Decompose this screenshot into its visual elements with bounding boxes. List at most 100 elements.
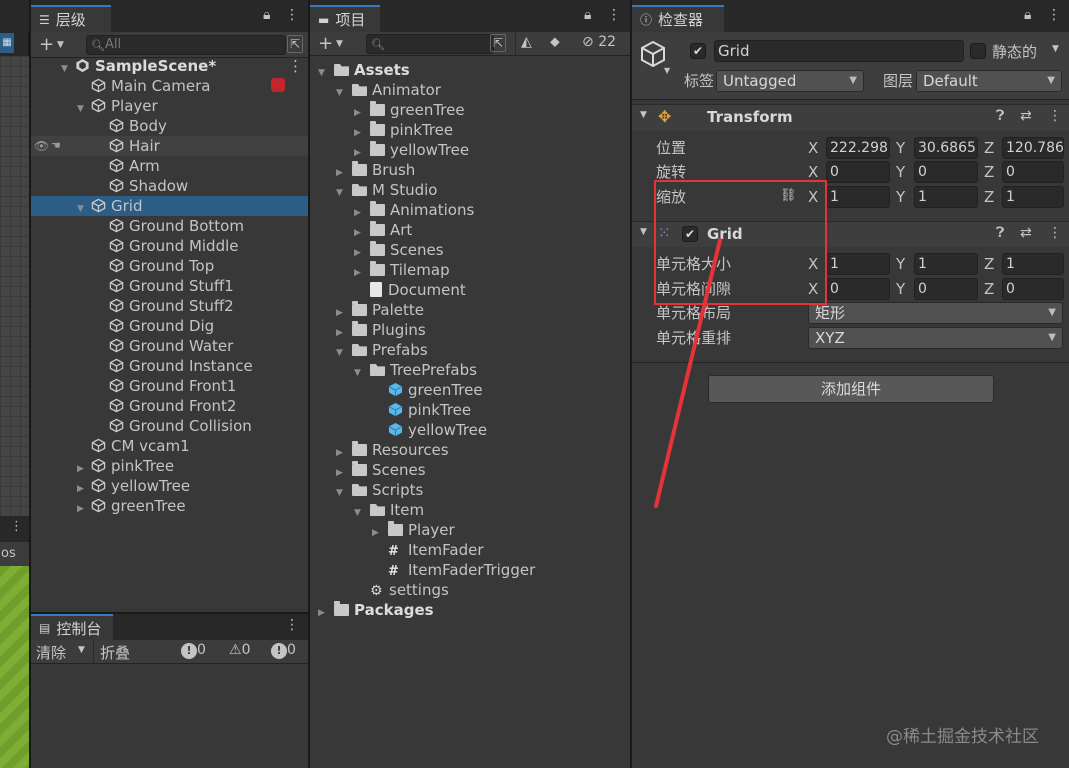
cell-gap-x-field[interactable]: 0 [826, 278, 890, 300]
project-item[interactable]: Document [310, 280, 630, 300]
scale-z-field[interactable]: 1 [1002, 186, 1064, 208]
fold-arrow-icon[interactable]: ▶ [77, 499, 89, 519]
axis-z-label[interactable]: Z [984, 161, 994, 183]
hierarchy-item[interactable]: CM vcam1 [31, 436, 308, 456]
fold-arrow-icon[interactable]: ▶ [318, 603, 330, 623]
help-icon[interactable]: ❓︎ [996, 108, 1004, 124]
project-search-input[interactable]: 🔍︎ [366, 34, 494, 54]
hierarchy-item[interactable]: Ground Front2 [31, 396, 308, 416]
tab-hierarchy[interactable]: ☰ 层级 [31, 5, 111, 32]
project-item[interactable]: ▶ Tilemap [310, 260, 630, 280]
project-item[interactable]: ▼ TreePrefabs [310, 360, 630, 380]
hierarchy-item[interactable]: Ground Water [31, 336, 308, 356]
position-z-field[interactable]: 120.786 [1002, 137, 1064, 159]
project-item[interactable]: ▶ Brush [310, 160, 630, 180]
more-icon[interactable]: ⋮ [1048, 108, 1062, 124]
object-name-field[interactable]: Grid [714, 40, 964, 62]
layer-dropdown[interactable]: Default ▼ [916, 70, 1062, 92]
grid-toggle-icon[interactable]: ▦ [0, 33, 14, 53]
project-item[interactable]: ▶ pinkTree [310, 120, 630, 140]
search-mode-icon[interactable]: ⇱ [287, 35, 303, 53]
preset-icon[interactable]: ⇄ [1020, 225, 1032, 241]
hierarchy-item[interactable]: ▼ Player [31, 96, 308, 116]
preset-icon[interactable]: ⇄ [1020, 108, 1032, 124]
lock-icon[interactable]: 🔒︎ [263, 7, 270, 23]
project-item[interactable]: ▼ Animator [310, 80, 630, 100]
project-item[interactable]: greenTree [310, 380, 630, 400]
axis-y-label[interactable]: Y [896, 186, 905, 208]
clear-options-dropdown[interactable]: ▼ [78, 645, 85, 655]
axis-z-label[interactable]: Z [984, 186, 994, 208]
clear-button[interactable]: 清除 [36, 642, 66, 663]
axis-y-label[interactable]: Y [896, 278, 905, 300]
axis-y-label[interactable]: Y [896, 137, 905, 159]
project-item[interactable]: ▶ Scenes [310, 460, 630, 480]
hidden-packages-toggle[interactable]: ⊘ 22 [582, 34, 616, 50]
gameobject-cube-icon[interactable] [640, 40, 666, 68]
tag-dropdown[interactable]: Untagged ▼ [716, 70, 864, 92]
axis-z-label[interactable]: Z [984, 253, 994, 275]
fold-arrow-icon[interactable]: ▼ [640, 227, 647, 237]
hierarchy-item[interactable]: Ground Stuff1 [31, 276, 308, 296]
hierarchy-item[interactable]: Ground Stuff2 [31, 296, 308, 316]
more-icon[interactable]: ⋮ [285, 7, 299, 23]
hierarchy-search-input[interactable]: 🔍︎ All [86, 35, 286, 55]
tab-inspector[interactable]: ⓘ 检查器 [632, 5, 724, 32]
rotation-y-field[interactable]: 0 [914, 161, 978, 183]
hierarchy-item[interactable]: ▶ pinkTree [31, 456, 308, 476]
project-item[interactable]: pinkTree [310, 400, 630, 420]
cell-gap-y-field[interactable]: 0 [914, 278, 978, 300]
fold-arrow-icon[interactable]: ▼ [640, 110, 647, 120]
hierarchy-item[interactable]: ▼ Grid [31, 196, 308, 216]
pickable-hand-icon[interactable]: ☚ [51, 136, 61, 156]
transform-header[interactable]: ▼ ✥ Transform ❓︎ ⇄ ⋮ [632, 104, 1069, 130]
axis-y-label[interactable]: Y [896, 161, 905, 183]
hierarchy-item[interactable]: Ground Front1 [31, 376, 308, 396]
cell-layout-dropdown[interactable]: 矩形 ▼ [808, 302, 1063, 324]
project-item[interactable]: ▶ yellowTree [310, 140, 630, 160]
hierarchy-item[interactable]: Ground Collision [31, 416, 308, 436]
project-item[interactable]: ▼ Scripts [310, 480, 630, 500]
hierarchy-item[interactable]: 👁︎ ☚ Hair [31, 136, 308, 156]
scene-row[interactable]: ▼ SampleScene* ⋮ [31, 56, 308, 76]
icon-dropdown-arrow[interactable]: ▼ [664, 66, 670, 75]
lock-icon[interactable]: 🔒︎ [1024, 7, 1031, 23]
game-view[interactable] [0, 566, 29, 768]
active-checkbox[interactable]: ✔ [690, 43, 706, 59]
project-item[interactable]: ▶ Palette [310, 300, 630, 320]
add-component-button[interactable]: 添加组件 [708, 375, 994, 403]
project-item[interactable]: ▶ Resources [310, 440, 630, 460]
hierarchy-item[interactable]: Ground Top [31, 256, 308, 276]
project-item[interactable]: ▶ Animations [310, 200, 630, 220]
scene-grid[interactable] [0, 56, 29, 516]
more-icon[interactable]: ⋮ [1048, 225, 1062, 241]
axis-z-label[interactable]: Z [984, 278, 994, 300]
more-icon[interactable]: ⋮ [1047, 7, 1061, 23]
scale-y-field[interactable]: 1 [914, 186, 978, 208]
tab-console[interactable]: ▤ 控制台 [31, 614, 113, 640]
filter-by-type-icon[interactable]: ◭ [521, 34, 532, 50]
axis-y-label[interactable]: Y [896, 253, 905, 275]
hierarchy-item[interactable]: ▶ yellowTree [31, 476, 308, 496]
project-item[interactable]: ⚙ settings [310, 580, 630, 600]
lock-icon[interactable]: 🔒︎ [584, 7, 591, 23]
axis-z-label[interactable]: Z [984, 137, 994, 159]
project-item[interactable]: # ItemFader [310, 540, 630, 560]
hierarchy-item[interactable]: Ground Instance [31, 356, 308, 376]
project-item[interactable]: ▶ Art [310, 220, 630, 240]
hierarchy-item[interactable]: Body [31, 116, 308, 136]
hierarchy-item[interactable]: Arm [31, 156, 308, 176]
position-x-field[interactable]: 222.298 [826, 137, 890, 159]
cell-size-x-field[interactable]: 1 [826, 253, 890, 275]
more-icon[interactable]: ⋮ [10, 519, 23, 534]
cell-size-z-field[interactable]: 1 [1002, 253, 1064, 275]
axis-x-label[interactable]: X [808, 137, 818, 159]
project-item[interactable]: ▼ M Studio [310, 180, 630, 200]
project-item[interactable]: ▶ Plugins [310, 320, 630, 340]
project-item[interactable]: ▼ Prefabs [310, 340, 630, 360]
filter-by-label-icon[interactable]: ⬥ [550, 34, 560, 50]
error-filter[interactable]: ! 0 [271, 642, 296, 659]
static-dropdown-arrow[interactable]: ▼ [1052, 44, 1059, 54]
more-icon[interactable]: ⋮ [285, 617, 299, 633]
project-item[interactable]: ▼ Assets [310, 60, 630, 80]
